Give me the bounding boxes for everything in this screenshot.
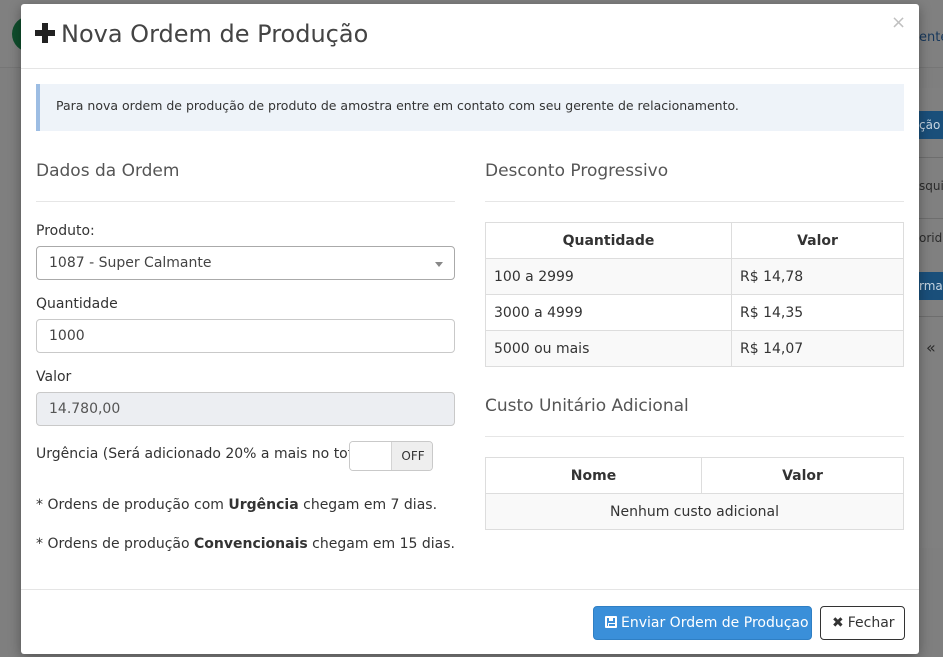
submit-order-label: Enviar Ordem de Produçao xyxy=(621,615,809,631)
modal-title-text: Nova Ordem de Produção xyxy=(61,20,369,48)
cell-quantity: 5000 ou mais xyxy=(485,330,732,367)
urgency-note: * Ordens de produção com Urgência chegam… xyxy=(36,497,437,513)
note-text: chegam em 15 dias. xyxy=(307,536,455,552)
table-header-row: Quantidade Valor xyxy=(485,222,904,259)
column-header-value: Valor xyxy=(731,222,904,259)
table-row: 5000 ou mais R$ 14,07 xyxy=(485,330,904,367)
background-tab-2: squi xyxy=(919,179,943,193)
close-icon: ✖ xyxy=(832,615,844,631)
conventional-note: * Ordens de produção Convencionais chega… xyxy=(36,536,455,552)
cell-value: R$ 14,78 xyxy=(731,258,904,295)
close-button-label: Fechar xyxy=(847,615,895,631)
cell-value: R$ 14,35 xyxy=(731,294,904,331)
chevron-down-icon xyxy=(435,262,443,267)
extra-cost-table: Nome Valor Nenhum custo adicional xyxy=(485,457,904,530)
toggle-off-label: OFF xyxy=(392,442,432,470)
cell-value: R$ 14,07 xyxy=(731,330,904,367)
save-icon xyxy=(605,616,617,628)
value-field: 14.780,00 xyxy=(36,392,455,426)
background-divider xyxy=(919,316,943,317)
cell-quantity: 100 a 2999 xyxy=(485,258,732,295)
background-tab-3: orida xyxy=(919,231,943,245)
note-text: chegam em 7 dias. xyxy=(298,497,438,513)
submit-order-button[interactable]: Enviar Ordem de Produçao xyxy=(593,606,812,640)
quantity-label: Quantidade xyxy=(36,296,118,312)
column-header-quantity: Quantidade xyxy=(485,222,732,259)
modal-header: Nova Ordem de Produção × xyxy=(21,4,919,69)
modal-footer: Enviar Ordem de Produçao ✖ Fechar xyxy=(21,589,919,654)
value-label: Valor xyxy=(36,369,72,385)
new-production-order-modal: Nova Ordem de Produção × Para nova ordem… xyxy=(21,4,919,654)
background-top-link: ente xyxy=(919,30,943,45)
background-tab-4: rmal xyxy=(919,272,943,300)
discount-section-title: Desconto Progressivo xyxy=(485,161,669,181)
background-tab-1: ção xyxy=(919,111,943,139)
close-button[interactable]: ✖ Fechar xyxy=(820,606,905,640)
product-select[interactable]: 1087 - Super Calmante xyxy=(36,246,455,280)
plus-icon xyxy=(35,23,55,43)
table-row: 3000 a 4999 R$ 14,35 xyxy=(485,294,904,331)
background-chevron-icon: « xyxy=(926,338,936,357)
section-divider xyxy=(485,436,904,437)
urgency-label: Urgência (Será adicionado 20% a mais no … xyxy=(36,446,376,462)
quantity-input[interactable]: 1000 xyxy=(36,319,455,353)
note-text: * Ordens de produção com xyxy=(36,497,229,513)
urgency-toggle[interactable]: OFF xyxy=(349,441,433,471)
order-section-title: Dados da Ordem xyxy=(36,161,180,181)
cell-quantity: 3000 a 4999 xyxy=(485,294,732,331)
section-divider xyxy=(36,201,455,202)
product-label: Produto: xyxy=(36,223,95,239)
background-divider xyxy=(919,218,943,219)
column-header-name: Nome xyxy=(485,457,702,494)
discount-table: Quantidade Valor 100 a 2999 R$ 14,78 300… xyxy=(485,222,904,367)
modal-title: Nova Ordem de Produção xyxy=(35,20,368,48)
product-select-value: 1087 - Super Calmante xyxy=(49,255,212,271)
note-bold: Convencionais xyxy=(194,536,308,552)
close-icon[interactable]: × xyxy=(891,12,906,33)
note-text: * Ordens de produção xyxy=(36,536,194,552)
table-row: Nenhum custo adicional xyxy=(485,493,904,530)
table-header-row: Nome Valor xyxy=(485,457,904,494)
toggle-handle xyxy=(350,442,392,470)
extra-cost-section-title: Custo Unitário Adicional xyxy=(485,396,689,416)
empty-message: Nenhum custo adicional xyxy=(485,493,904,530)
info-alert: Para nova ordem de produção de produto d… xyxy=(36,84,904,131)
note-bold: Urgência xyxy=(228,497,299,513)
column-header-value: Valor xyxy=(701,457,904,494)
background-divider xyxy=(919,157,943,158)
section-divider xyxy=(485,201,904,202)
table-row: 100 a 2999 R$ 14,78 xyxy=(485,258,904,295)
